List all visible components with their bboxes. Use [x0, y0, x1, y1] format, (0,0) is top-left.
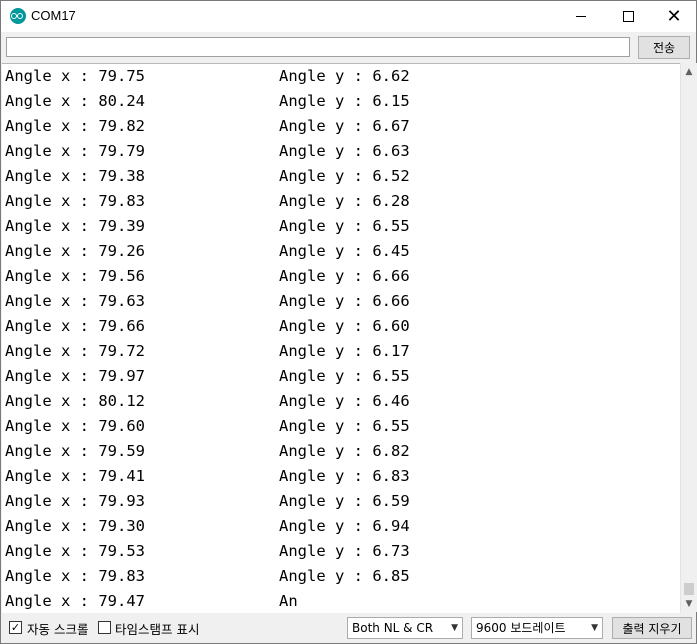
output-line-x: Angle x : 79.79	[5, 142, 145, 160]
output-line-y: Angle y : 6.52	[279, 167, 410, 185]
timestamp-label[interactable]: 타임스탬프 표시	[115, 619, 199, 638]
output-line-x: Angle x : 79.83	[5, 567, 145, 585]
maximize-icon	[622, 11, 634, 22]
output-line-y: Angle y : 6.55	[279, 217, 410, 235]
output-line-y: Angle y : 6.73	[279, 542, 410, 560]
output-line-y: Angle y : 6.63	[279, 142, 410, 160]
output-line-y: Angle y : 6.62	[279, 67, 410, 85]
output-line-x: Angle x : 79.83	[5, 192, 145, 210]
output-line-y: An	[279, 592, 298, 610]
chevron-down-icon[interactable]: ▼	[681, 595, 697, 612]
output-line-y: Angle y : 6.46	[279, 392, 410, 410]
output-line-y: Angle y : 6.60	[279, 317, 410, 335]
send-button[interactable]: 전송	[638, 36, 690, 59]
baud-rate-select[interactable]: 9600 보드레이트 ▼	[471, 617, 603, 639]
output-line-x: Angle x : 79.39	[5, 217, 145, 235]
output-line-y: Angle y : 6.17	[279, 342, 410, 360]
line-ending-select[interactable]: Both NL & CR ▼	[347, 617, 463, 639]
output-line-y: Angle y : 6.15	[279, 92, 410, 110]
chevron-down-icon: ▼	[451, 623, 458, 633]
bottom-bar: ✓ 자동 스크롤 타임스탬프 표시 Both NL & CR ▼ 9600 보드…	[1, 613, 696, 643]
output-line-x: Angle x : 80.24	[5, 92, 145, 110]
output-line-x: Angle x : 79.41	[5, 467, 145, 485]
scroll-thumb[interactable]	[684, 583, 694, 595]
autoscroll-checkbox[interactable]: ✓	[9, 621, 22, 634]
vertical-scrollbar[interactable]: ▲ ▼	[680, 63, 697, 612]
close-button[interactable]: ✕	[651, 1, 697, 32]
output-line-y: Angle y : 6.55	[279, 417, 410, 435]
output-line-x: Angle x : 79.26	[5, 242, 145, 260]
timestamp-checkbox[interactable]	[98, 621, 111, 634]
output-line-x: Angle x : 79.53	[5, 542, 145, 560]
chevron-up-icon[interactable]: ▲	[681, 63, 697, 80]
baud-rate-value: 9600 보드레이트	[476, 621, 566, 635]
window-title: COM17	[31, 8, 76, 23]
output-line-x: Angle x : 79.72	[5, 342, 145, 360]
output-line-y: Angle y : 6.66	[279, 292, 410, 310]
serial-send-input[interactable]	[6, 37, 630, 57]
serial-output-area[interactable]: Angle x : 79.75 Angle y : 6.62 Angle x : 8…	[2, 63, 680, 613]
output-line-x: Angle x : 79.38	[5, 167, 145, 185]
output-line-y: Angle y : 6.83	[279, 467, 410, 485]
output-line-x: Angle x : 79.93	[5, 492, 145, 510]
close-icon: ✕	[666, 5, 682, 27]
output-line-y: Angle y : 6.94	[279, 517, 410, 535]
output-line-y: Angle y : 6.67	[279, 117, 410, 135]
output-line-y: Angle y : 6.28	[279, 192, 410, 210]
output-line-y: Angle y : 6.82	[279, 442, 410, 460]
maximize-button[interactable]	[605, 1, 651, 32]
minimize-button[interactable]	[558, 1, 604, 32]
serial-monitor-window: COM17 ✕ 전송 Angle x : 79.75 Angle y : 6.62…	[0, 0, 697, 644]
output-line-x: Angle x : 79.59	[5, 442, 145, 460]
output-line-x: Angle x : 79.60	[5, 417, 145, 435]
output-line-x: Angle x : 79.82	[5, 117, 145, 135]
minimize-icon	[576, 16, 586, 17]
output-line-x: Angle x : 79.56	[5, 267, 145, 285]
title-bar[interactable]: COM17 ✕	[1, 1, 696, 32]
output-line-x: Angle x : 80.12	[5, 392, 145, 410]
arduino-icon	[10, 8, 26, 24]
output-line-x: Angle x : 79.47	[5, 592, 145, 610]
output-line-y: Angle y : 6.59	[279, 492, 410, 510]
output-line-x: Angle x : 79.66	[5, 317, 145, 335]
line-ending-value: Both NL & CR	[352, 621, 434, 635]
output-line-y: Angle y : 6.85	[279, 567, 410, 585]
output-line-y: Angle y : 6.45	[279, 242, 410, 260]
output-line-x: Angle x : 79.75	[5, 67, 145, 85]
clear-output-button[interactable]: 출력 지우기	[612, 617, 692, 639]
output-line-x: Angle x : 79.97	[5, 367, 145, 385]
output-line-x: Angle x : 79.63	[5, 292, 145, 310]
autoscroll-label[interactable]: 자동 스크롤	[27, 619, 88, 638]
chevron-down-icon: ▼	[591, 623, 598, 633]
output-line-y: Angle y : 6.55	[279, 367, 410, 385]
output-line-x: Angle x : 79.30	[5, 517, 145, 535]
output-line-y: Angle y : 6.66	[279, 267, 410, 285]
